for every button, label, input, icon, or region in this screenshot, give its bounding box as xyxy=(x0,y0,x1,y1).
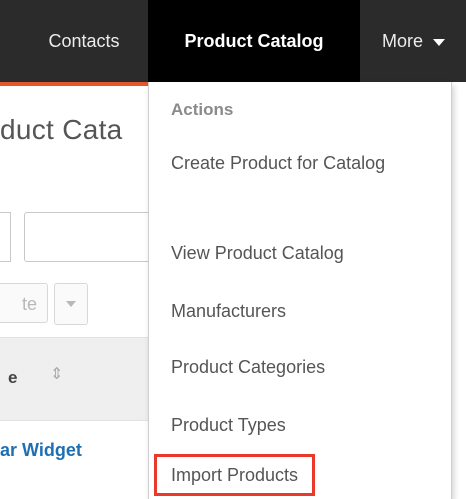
nav-tab-product-catalog-label: Product Catalog xyxy=(184,31,324,51)
nav-tab-contacts-label: Contacts xyxy=(48,31,120,51)
column-header-name[interactable]: e xyxy=(8,368,17,388)
active-module-indicator xyxy=(0,82,148,86)
menu-item-product-categories[interactable]: Product Categories xyxy=(171,352,325,382)
menu-item-view-product-catalog[interactable]: View Product Catalog xyxy=(171,238,344,268)
bulk-action-button[interactable]: te xyxy=(0,283,48,323)
chevron-down-icon xyxy=(66,301,76,307)
top-navigation: Contacts Product Catalog More xyxy=(0,0,466,82)
bulk-action-dropdown-button[interactable] xyxy=(54,283,88,325)
product-catalog-actions-menu: Actions Create Product for Catalog View … xyxy=(148,82,452,499)
nav-tab-product-catalog[interactable]: Product Catalog xyxy=(148,0,360,82)
menu-item-create-product[interactable]: Create Product for Catalog xyxy=(171,148,421,178)
menu-item-product-types[interactable]: Product Types xyxy=(171,410,286,440)
sort-icon[interactable]: ⇕ xyxy=(50,364,63,384)
nav-more-label: More xyxy=(382,31,424,51)
chevron-down-icon xyxy=(433,38,446,46)
menu-item-import-products[interactable]: Import Products xyxy=(153,454,316,496)
page-title: duct Cata xyxy=(0,114,123,145)
menu-heading-actions: Actions xyxy=(171,100,234,119)
nav-tab-contacts[interactable]: Contacts xyxy=(0,0,148,82)
filter-button[interactable] xyxy=(0,212,11,262)
menu-item-manufacturers[interactable]: Manufacturers xyxy=(171,296,286,326)
nav-more-menu[interactable]: More xyxy=(360,0,466,82)
record-link[interactable]: ar Widget xyxy=(0,440,82,461)
list-table-header: e ⇕ xyxy=(0,337,160,421)
